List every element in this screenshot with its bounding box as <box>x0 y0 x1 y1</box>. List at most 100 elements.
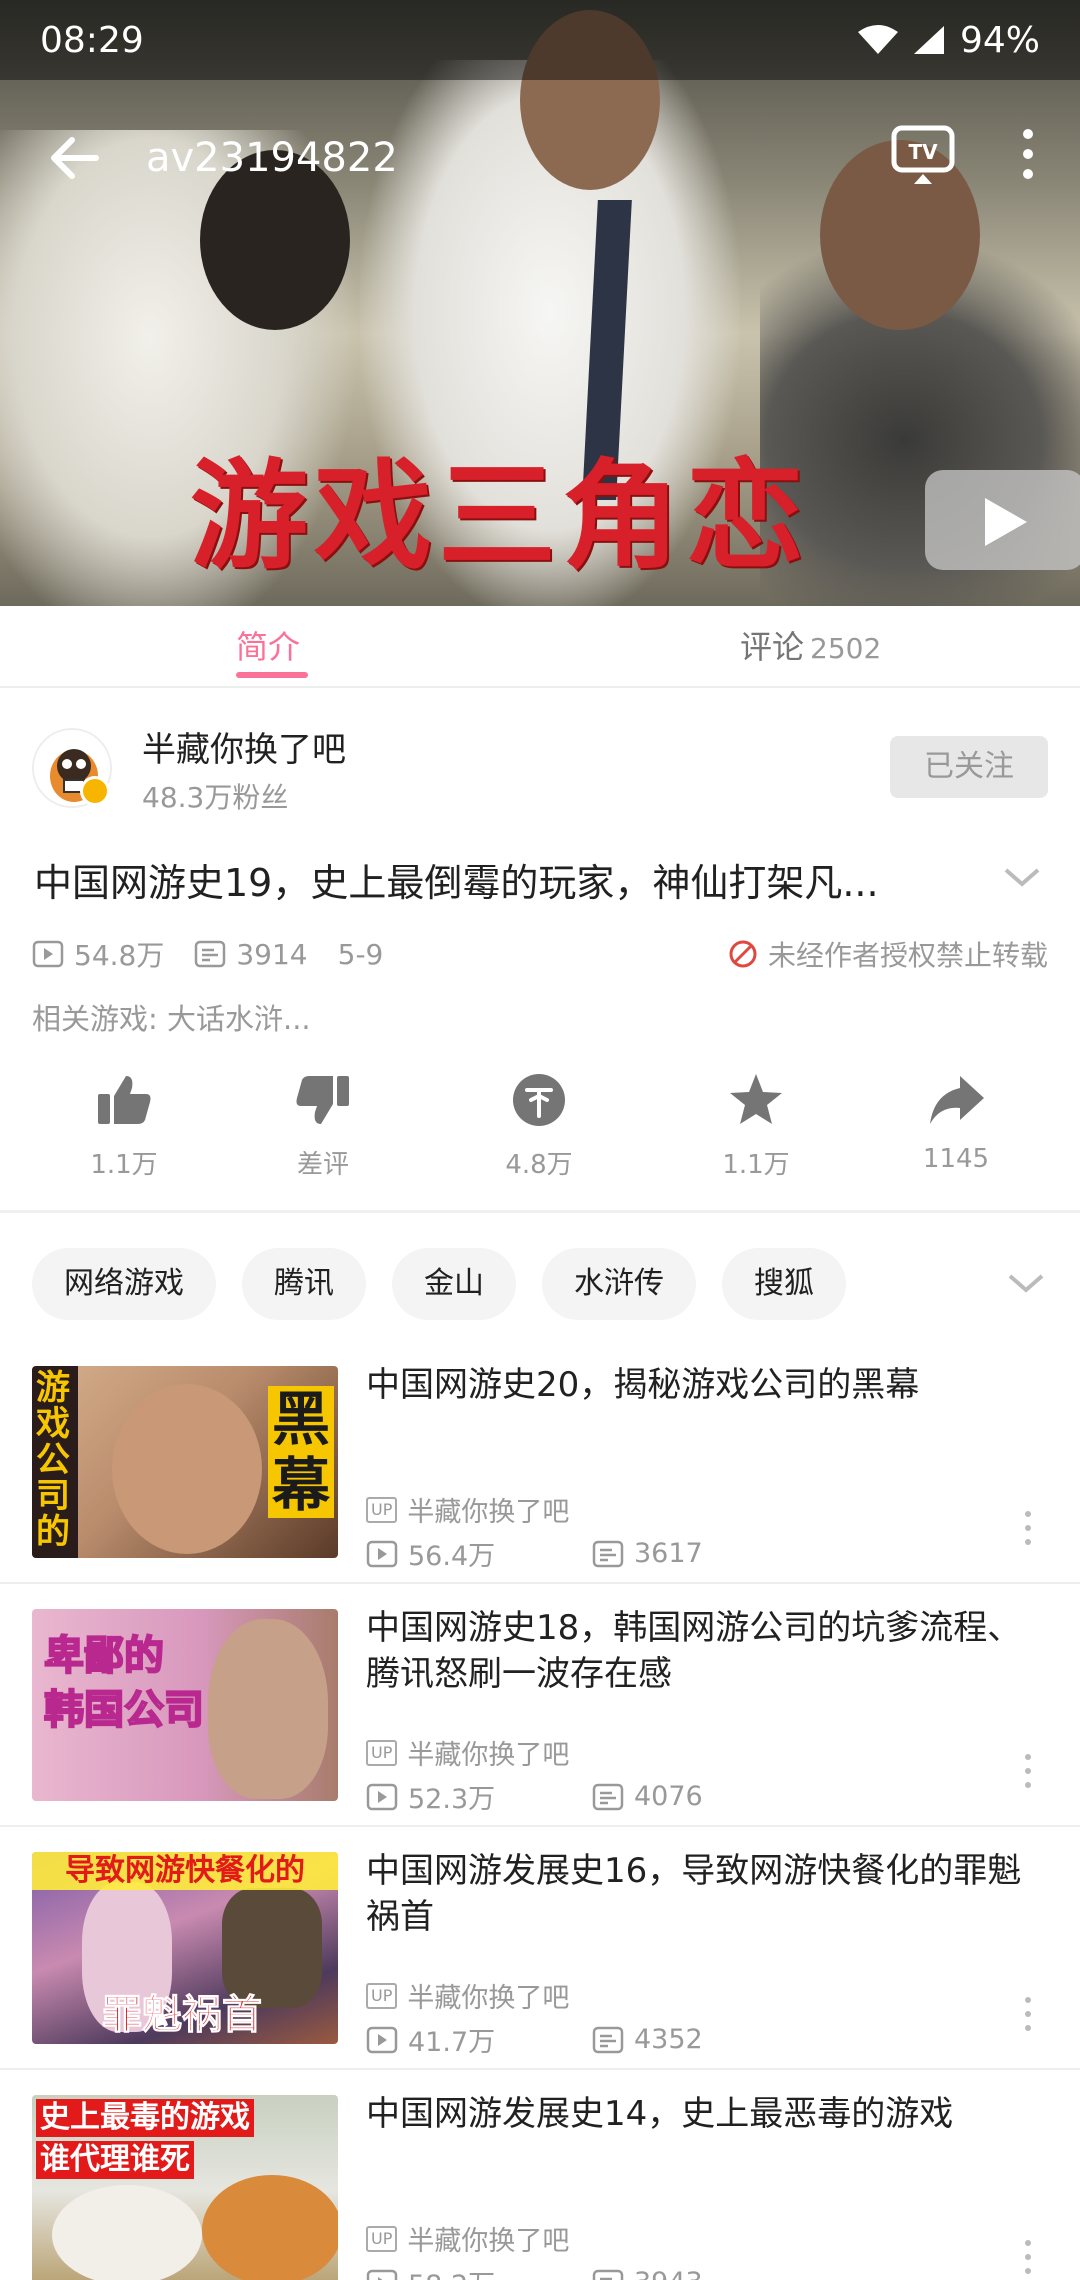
related-stats: 52.3万 4076 <box>366 1777 818 1816</box>
thumbnail-text: 史上最毒的游戏 <box>36 2099 254 2137</box>
more-vertical-icon[interactable] <box>1020 1994 1036 2034</box>
related-uploader-name: 半藏你换了吧 <box>407 2226 570 2257</box>
play-count-icon <box>366 2026 398 2053</box>
thumbnail-figure <box>52 2185 202 2280</box>
related-danmaku-value: 3943 <box>634 2267 703 2280</box>
video-thumbnail: 导致网游快餐化的 罪魁祸首 <box>32 1852 338 2044</box>
up-badge: UP <box>366 1739 398 1766</box>
related-views-value: 41.7万 <box>408 2027 496 2058</box>
share-icon <box>930 1076 984 1124</box>
related-danmaku-value: 4076 <box>634 1781 703 1812</box>
related-danmaku: 4076 <box>592 1781 818 1812</box>
status-bar: 08:29 94% <box>0 0 1080 80</box>
tab-comments-label: 评论 <box>740 628 805 666</box>
bilibili-tv-watermark-icon <box>925 470 1080 570</box>
tag-chip[interactable]: 腾讯 <box>242 1248 366 1320</box>
danmaku-icon <box>592 2026 624 2053</box>
verified-badge-icon <box>80 776 110 806</box>
back-arrow-icon[interactable] <box>44 130 104 186</box>
thumbnail-text: 罪魁祸首 <box>102 1991 263 2038</box>
related-danmaku: 4352 <box>592 2024 818 2055</box>
list-item[interactable]: 卑鄙的 韩国公司 中国网游史18，韩国网游公司的坑爹流程、腾讯怒刷一波存在感 U… <box>0 1608 1080 1852</box>
up-badge: UP <box>366 1496 398 1523</box>
thumb-down-icon <box>296 1076 349 1124</box>
related-uploader-name: 半藏你换了吧 <box>407 1740 570 1771</box>
uploader-name[interactable]: 半藏你换了吧 <box>142 722 346 771</box>
player-title-bar: av23194822 TV <box>0 90 1080 220</box>
tag-chip[interactable]: 水浒传 <box>542 1248 696 1320</box>
related-uploader-name: 半藏你换了吧 <box>407 1497 570 1528</box>
related-views-value: 52.3万 <box>408 1784 496 1815</box>
play-count-icon <box>366 2269 398 2280</box>
comment-count: 2502 <box>810 632 882 665</box>
thumbnail-text: 游戏公司的 <box>36 1368 70 1552</box>
video-stats: 54.8万 3914 5-9 <box>32 934 405 974</box>
cell-signal-icon <box>913 26 944 54</box>
favorite-button[interactable]: 1.1万 <box>676 1066 836 1181</box>
related-uploader: UP 半藏你换了吧 <box>366 2219 569 2258</box>
publish-date: 5-9 <box>337 937 384 971</box>
danmaku-icon <box>592 1540 624 1567</box>
coin-icon <box>513 1074 565 1126</box>
action-bar: 1.1万 差评 4.8万 1.1万 1145 <box>0 1066 1080 1196</box>
related-views-value: 56.4万 <box>408 1541 496 1572</box>
related-danmaku-value: 3617 <box>634 1538 703 1569</box>
related-uploader: UP 半藏你换了吧 <box>366 1733 569 1772</box>
uploader-fans: 48.3万粉丝 <box>142 781 289 814</box>
chevron-down-icon[interactable] <box>1000 862 1044 892</box>
video-thumbnail: 史上最毒的游戏 谁代理谁死 <box>32 2095 338 2280</box>
more-vertical-icon[interactable] <box>1010 124 1046 184</box>
tab-comments[interactable]: 评论 2502 <box>740 606 881 688</box>
tag-chip[interactable]: 网络游戏 <box>32 1248 216 1320</box>
related-danmaku: 3617 <box>592 1538 818 1569</box>
more-vertical-icon[interactable] <box>1020 1508 1036 1548</box>
chevron-down-icon[interactable] <box>1006 1270 1046 1298</box>
related-game[interactable]: 相关游戏: 大话水浒... <box>32 996 311 1038</box>
tag-chip[interactable]: 搜狐 <box>722 1248 846 1320</box>
share-count: 1145 <box>922 1144 990 1174</box>
section-divider <box>0 1210 1080 1213</box>
list-item[interactable]: 游戏公司的 黑幕 中国网游史20，揭秘游戏公司的黑幕 UP 半藏你换了吧 56.… <box>0 1365 1080 1609</box>
related-views: 58.2万 <box>366 2263 592 2280</box>
more-vertical-icon[interactable] <box>1020 1751 1036 1791</box>
danmaku-icon <box>195 940 226 968</box>
thumbnail-figure <box>222 1888 322 2008</box>
svg-text:TV: TV <box>908 140 938 164</box>
related-stats: 41.7万 4352 <box>366 2020 818 2059</box>
follow-button[interactable]: 已关注 <box>890 736 1048 798</box>
list-item[interactable]: 史上最毒的游戏 谁代理谁死 中国网游发展史14，史上最恶毒的游戏 UP 半藏你换… <box>0 2094 1080 2280</box>
more-vertical-icon[interactable] <box>1020 2237 1036 2277</box>
status-indicators: 94% <box>857 20 1040 61</box>
related-uploader-name: 半藏你换了吧 <box>407 1983 570 2014</box>
related-danmaku: 3943 <box>592 2267 818 2280</box>
dislike-button[interactable]: 差评 <box>243 1066 403 1181</box>
thumbnail-text: 卑鄙的 <box>43 1631 165 1680</box>
video-caption: 游戏三角恋 <box>190 446 811 585</box>
up-badge: UP <box>366 1982 398 2009</box>
list-divider <box>0 1825 1080 1827</box>
cast-tv-icon[interactable]: TV <box>890 122 956 186</box>
video-player[interactable]: 游戏三角恋 08:29 94% av23194822 TV <box>0 0 1080 606</box>
share-button[interactable]: 1145 <box>876 1066 1036 1174</box>
related-video-title: 中国网游史20，揭秘游戏公司的黑幕 <box>366 1365 920 1405</box>
video-title: 中国网游史19，史上最倒霉的玩家，神仙打架凡... <box>34 861 879 905</box>
view-count-value: 54.8万 <box>74 939 165 972</box>
thumbnail-text: 谁代理谁死 <box>36 2141 194 2179</box>
video-thumbnail: 游戏公司的 黑幕 <box>32 1366 338 1558</box>
view-count: 54.8万 <box>32 934 164 974</box>
related-danmaku-value: 4352 <box>634 2024 703 2055</box>
danmaku-count-value: 3914 <box>236 937 308 971</box>
thumbnail-face <box>208 1619 328 1799</box>
danmaku-icon <box>592 2269 624 2280</box>
tag-chip[interactable]: 金山 <box>392 1248 516 1320</box>
coin-count: 4.8万 <box>505 1150 573 1180</box>
related-views-value: 58.2万 <box>408 2263 495 2280</box>
wifi-icon <box>857 25 898 54</box>
like-button[interactable]: 1.1万 <box>44 1066 204 1181</box>
status-time: 08:29 <box>40 19 144 61</box>
forbidden-icon <box>729 940 757 968</box>
coin-button[interactable]: 4.8万 <box>459 1066 619 1181</box>
tab-intro-label: 简介 <box>236 628 301 666</box>
list-item[interactable]: 导致网游快餐化的 罪魁祸首 中国网游发展史16，导致网游快餐化的罪魁祸首 UP … <box>0 1851 1080 2095</box>
related-views: 41.7万 <box>366 2020 592 2059</box>
